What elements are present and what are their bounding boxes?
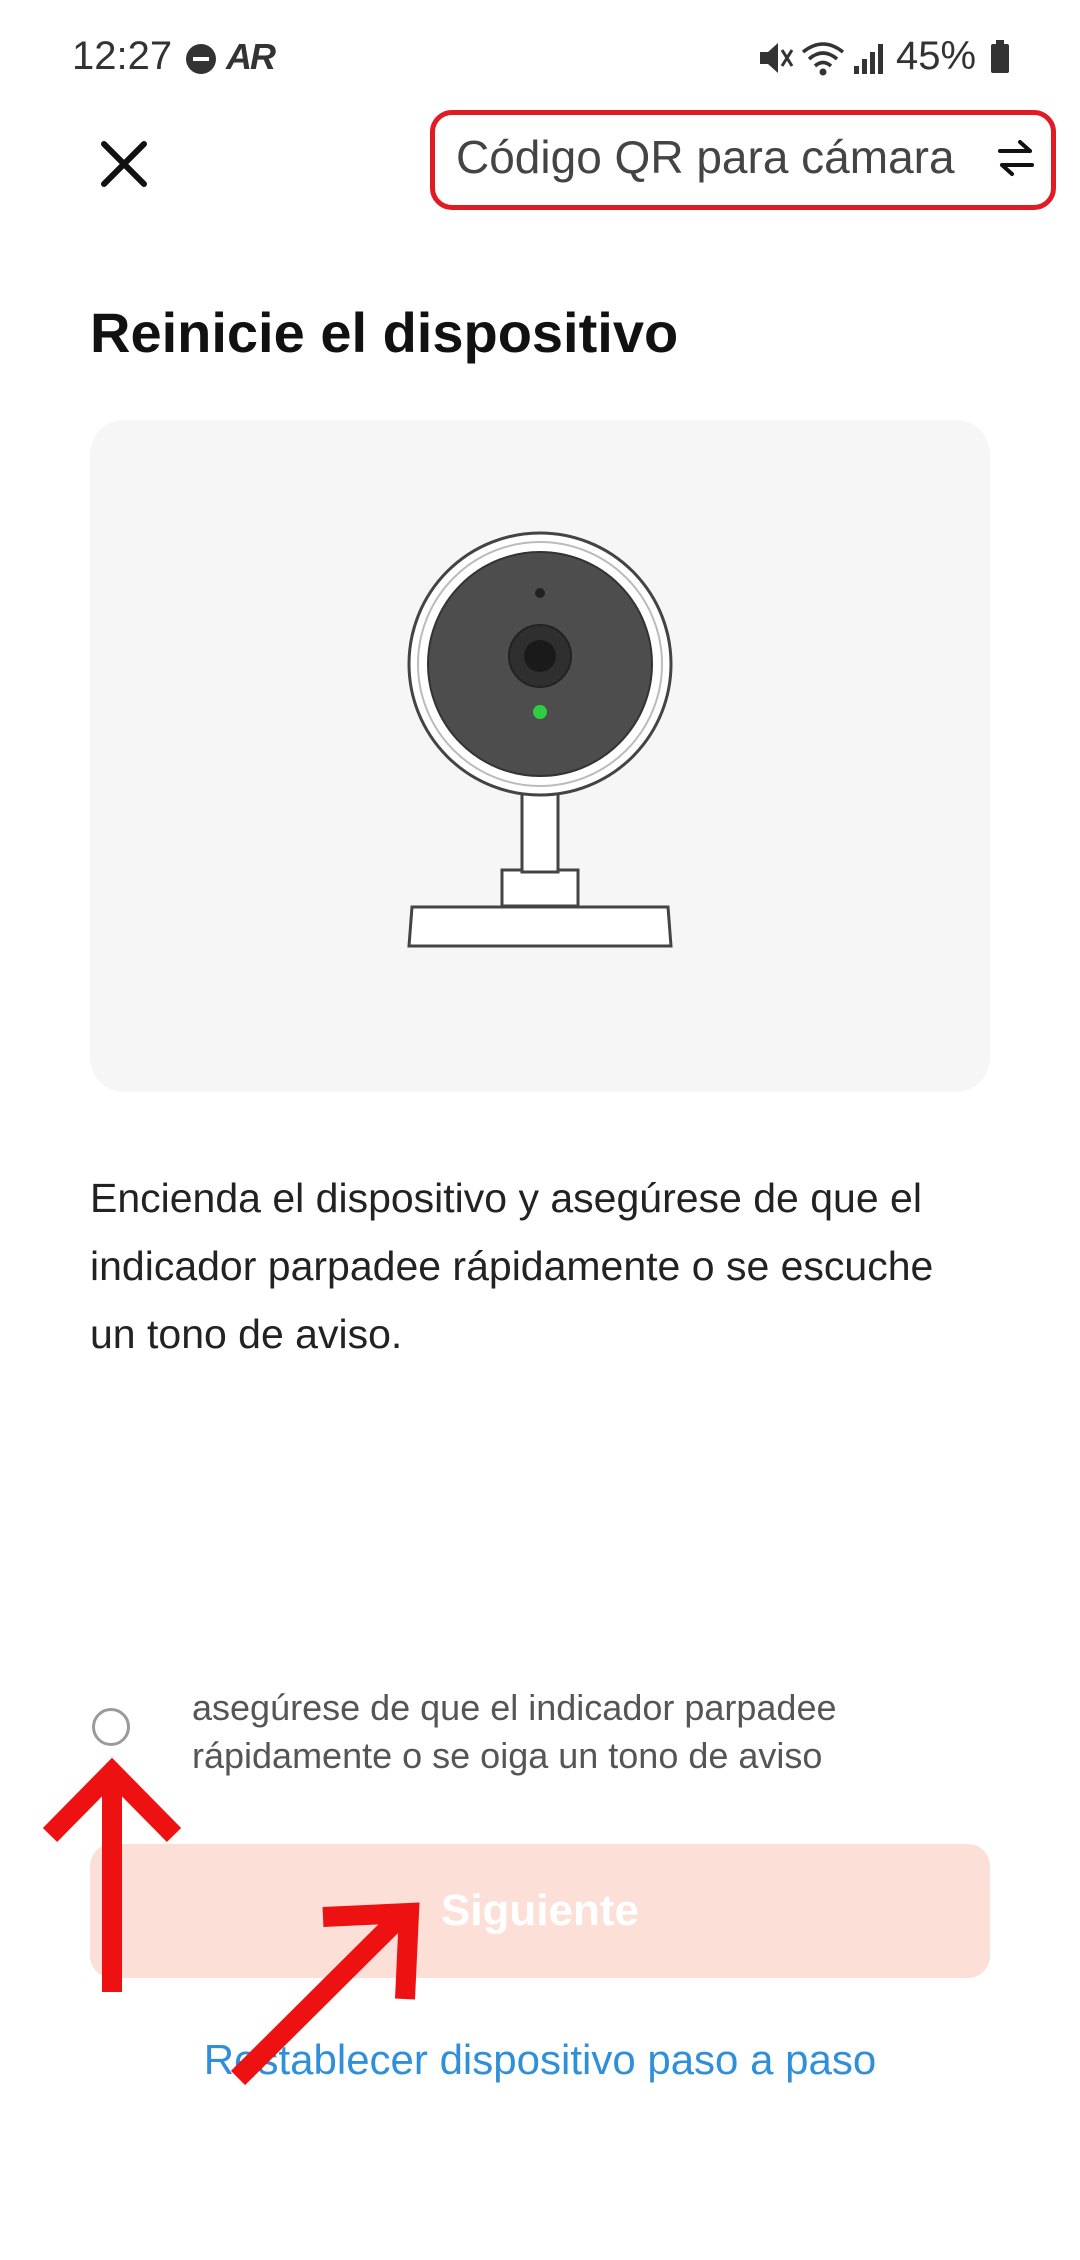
- close-icon: [101, 141, 147, 187]
- wifi-icon: [801, 42, 845, 76]
- status-bar: 12:27 AR 45%: [0, 0, 1080, 120]
- signal-icon: [854, 44, 883, 74]
- camera-mount: [500, 868, 580, 908]
- confirm-checkbox[interactable]: [92, 1708, 130, 1746]
- reset-device-link[interactable]: Restablecer dispositivo paso a paso: [0, 2036, 1080, 2084]
- battery-percentage: 45%: [896, 34, 977, 78]
- mute-icon: [760, 43, 794, 73]
- instructions-text: Encienda el dispositivo y asegúrese de q…: [90, 1175, 934, 1357]
- close-button[interactable]: [88, 128, 160, 200]
- ar-icon: AR: [226, 36, 276, 77]
- indicator-led: [533, 705, 547, 719]
- arrow-up-head: [42, 1757, 182, 1843]
- page-title: Reinicie el dispositivo: [90, 301, 679, 364]
- security-camera-illustration: [407, 531, 673, 948]
- battery-icon: [991, 40, 1009, 73]
- swap-icon[interactable]: [996, 138, 1036, 178]
- qr-code-camera-label[interactable]: Código QR para cámara: [456, 130, 955, 184]
- next-button[interactable]: Siguiente: [90, 1844, 990, 1978]
- status-time: 12:27: [72, 34, 173, 78]
- next-button-label: Siguiente: [440, 1886, 640, 1935]
- camera-stand: [520, 788, 560, 874]
- camera-base: [407, 905, 673, 948]
- do-not-disturb-icon: [186, 44, 216, 74]
- confirm-checkbox-label[interactable]: asegúrese de que el indicador parpadee r…: [192, 1684, 952, 1780]
- camera-sensor: [535, 588, 545, 598]
